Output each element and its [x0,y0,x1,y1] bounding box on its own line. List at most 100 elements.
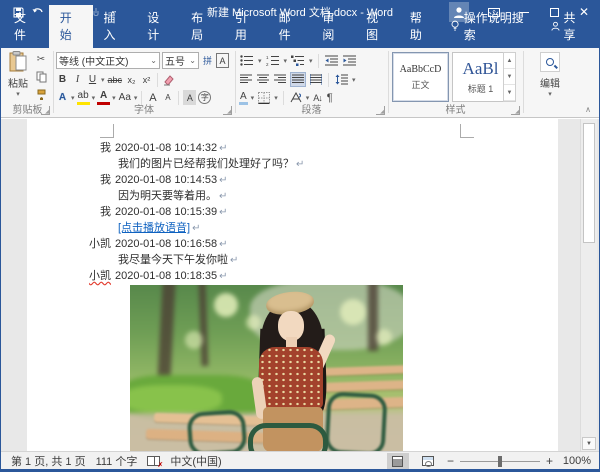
scrollbar-thumb[interactable] [583,123,595,243]
zoom-in-button[interactable]: + [546,454,553,468]
decrease-indent-button[interactable] [324,53,339,68]
bold-button[interactable]: B [56,72,69,87]
italic-button[interactable]: I [71,72,84,87]
chat-line[interactable]: 我们的图片已经帮我们处理好了吗？↵ [27,156,558,172]
chevron-down-icon: ⌄ [150,56,157,65]
clipboard-dialog-launcher[interactable] [41,106,50,115]
multilevel-list-button[interactable] [290,53,306,68]
proofing-status-icon[interactable] [147,456,160,466]
group-paragraph: ▾ 12▾ ▾ ▾ A▾ ▾ ▾ A↓ [236,48,387,117]
chat-line[interactable]: 因为明天要等着用。↵ [27,188,558,204]
chat-line[interactable]: 我2020-01-08 10:14:32↵ [27,140,558,156]
font-dialog-launcher[interactable] [223,106,232,115]
chat-line[interactable]: 我2020-01-08 10:15:39↵ [27,204,558,220]
distribute-button[interactable] [309,72,323,87]
zoom-slider-thumb[interactable] [498,456,502,467]
styles-gallery-scroll: ▲ ▼ ▼ [503,52,516,102]
paste-dropdown-icon[interactable]: ▾ [16,90,20,98]
numbering-button[interactable]: 12 [265,53,281,68]
paste-button[interactable]: 粘贴 ▾ [5,51,31,103]
justify-button[interactable] [290,72,306,87]
chat-line[interactable]: 我2020-01-08 10:14:53↵ [27,172,558,188]
font-size-select[interactable]: 五号⌄ [162,52,199,69]
tab-mailings[interactable]: 邮件 [268,5,312,48]
line-spacing-button[interactable] [334,72,349,87]
paragraph-dialog-launcher[interactable] [376,106,385,115]
tab-insert[interactable]: 插入 [93,5,137,48]
tab-layout[interactable]: 布局 [180,5,224,48]
share-button[interactable]: 共享 [537,5,599,48]
align-left-button[interactable] [239,72,253,87]
underline-dropdown-icon[interactable]: ▾ [101,76,105,84]
increase-indent-button[interactable] [342,53,357,68]
clear-formatting-icon[interactable] [162,72,176,87]
style-normal[interactable]: AaBbCcD 正文 [392,52,449,102]
character-border-button[interactable]: A [216,53,229,68]
strikethrough-button[interactable]: abc [107,72,124,87]
inline-photo-woman-on-park-bench[interactable] [130,285,403,451]
svg-text:2: 2 [266,62,269,66]
tab-home[interactable]: 开始 [49,5,93,48]
format-painter-icon[interactable] [33,88,49,102]
tab-references[interactable]: 引用 [224,5,268,48]
language-indicator[interactable]: 中文(中国) [170,453,221,469]
woman-floral-top [259,347,323,409]
styles-dialog-launcher[interactable] [511,106,520,115]
tell-me-search[interactable]: 操作说明搜索 [443,5,537,48]
zoom-level[interactable]: 100% [561,455,591,467]
styles-gallery-more-icon[interactable]: ▼ [504,85,515,101]
page-number-indicator[interactable]: 第 1 页, 共 1 页 [11,453,86,469]
status-bar: 第 1 页, 共 1 页 111 个字 中文(中国) − + 100% [1,451,599,470]
align-right-button[interactable] [273,72,287,87]
paragraph-mark: ↵ [219,191,227,202]
chat-line[interactable]: 小凯2020-01-08 10:18:35↵ [27,268,558,284]
editing-dropdown-icon: ▾ [548,90,552,98]
style-heading1[interactable]: AaBl 标题 1 [452,52,509,102]
chat-line[interactable]: 我尽量今天下午发你啦↵ [27,252,558,268]
styles-scroll-down-icon[interactable]: ▼ [504,69,515,85]
cut-icon[interactable]: ✂ [33,52,49,66]
scroll-down-icon[interactable]: ▼ [582,437,596,450]
vertical-scrollbar[interactable]: ▼ [580,119,597,451]
ribbon-tabs: 文件 开始 插入 设计 布局 引用 邮件 审阅 视图 帮助 操作说明搜索 共享 [1,23,599,48]
voice-playback-link[interactable]: [点击播放语音] [118,222,190,234]
tab-design[interactable]: 设计 [136,5,180,48]
phonetic-guide-button[interactable]: 拼 [201,53,214,68]
copy-icon[interactable] [33,70,49,84]
group-editing: 编辑 ▾ [525,48,577,117]
superscript-button[interactable]: x² [140,72,153,87]
chat-line[interactable]: [点击播放语音]↵ [27,220,558,236]
print-layout-view-button[interactable] [387,453,409,470]
paragraph-mark: ↵ [219,143,227,154]
bench-armrest [248,423,328,451]
lightbulb-icon [451,20,459,32]
bullets-button[interactable] [239,53,255,68]
collapse-ribbon-icon[interactable]: ∧ [585,105,591,114]
paragraph-mark: ↵ [219,175,227,186]
group-clipboard: 粘贴 ▾ ✂ 剪贴板 [3,48,52,117]
tab-file[interactable]: 文件 [1,5,49,48]
zoom-out-button[interactable]: − [447,454,454,468]
editing-menu-button[interactable]: 编辑 ▾ [533,52,567,108]
margin-mark-right [460,124,474,138]
paragraph-mark: ↵ [219,207,227,218]
clipboard-icon [8,51,28,73]
web-layout-view-button[interactable] [417,453,439,470]
font-family-select[interactable]: 等线 (中文正文)⌄ [56,52,160,69]
align-center-button[interactable] [256,72,270,87]
tab-view[interactable]: 视图 [355,5,399,48]
tab-help[interactable]: 帮助 [399,5,443,48]
styles-scroll-up-icon[interactable]: ▲ [504,53,515,69]
subscript-button[interactable]: x₂ [125,72,138,87]
paragraph-mark: ↵ [192,223,200,234]
margin-mark-left [100,124,114,138]
person-icon [551,21,560,32]
tab-review[interactable]: 审阅 [311,5,355,48]
zoom-slider[interactable] [460,461,540,462]
document-page[interactable]: 我2020-01-08 10:14:32↵ 我们的图片已经帮我们处理好了吗？↵ … [27,119,558,451]
group-styles: AaBbCcD 正文 AaBl 标题 1 ▲ ▼ ▼ 样式 [389,48,522,117]
underline-button[interactable]: U [86,72,99,87]
word-count-indicator[interactable]: 111 个字 [96,453,138,469]
chat-line[interactable]: 小凯2020-01-08 10:16:58↵ [27,236,558,252]
spellcheck-flagged-text: 小凯 [84,268,111,284]
